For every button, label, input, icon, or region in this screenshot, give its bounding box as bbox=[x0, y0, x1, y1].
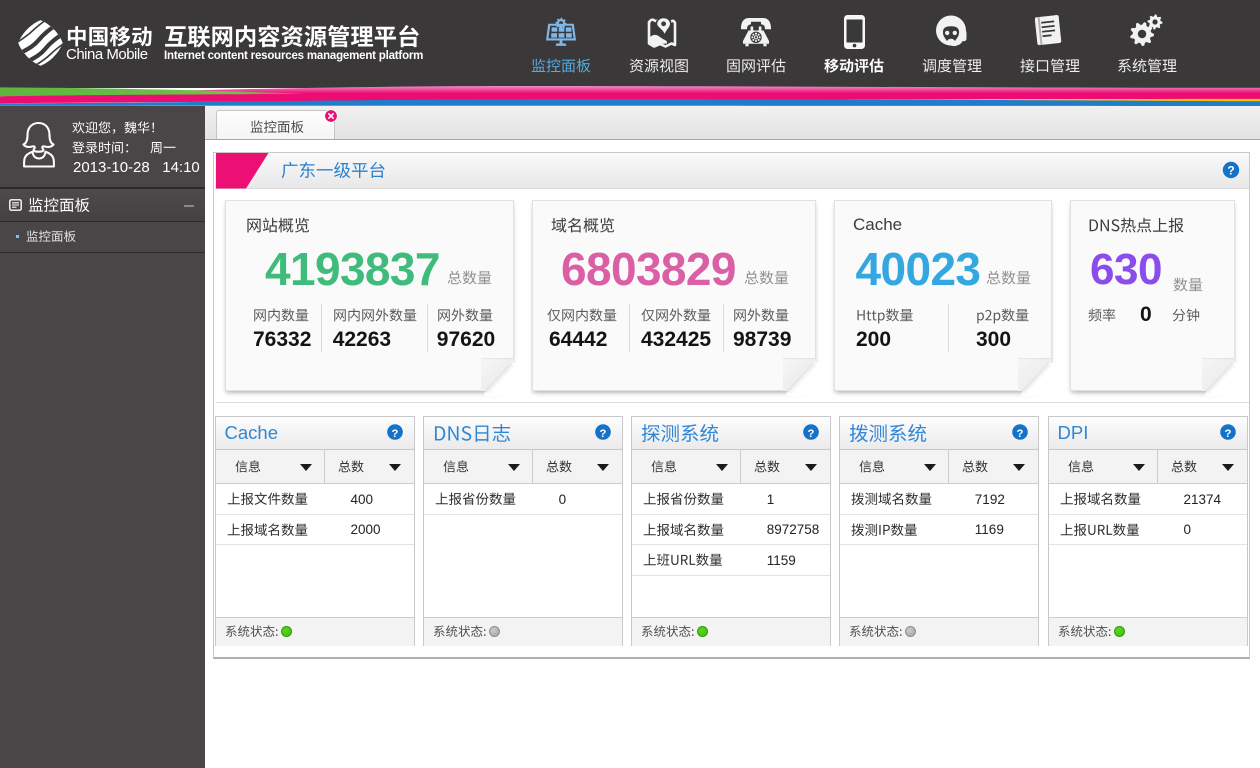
svg-text:?: ? bbox=[600, 428, 607, 440]
svg-text:?: ? bbox=[392, 428, 399, 440]
svg-text:?: ? bbox=[808, 428, 815, 440]
svg-text:?: ? bbox=[1016, 428, 1023, 440]
svg-text:?: ? bbox=[1225, 428, 1232, 440]
svg-text:?: ? bbox=[1227, 164, 1234, 178]
